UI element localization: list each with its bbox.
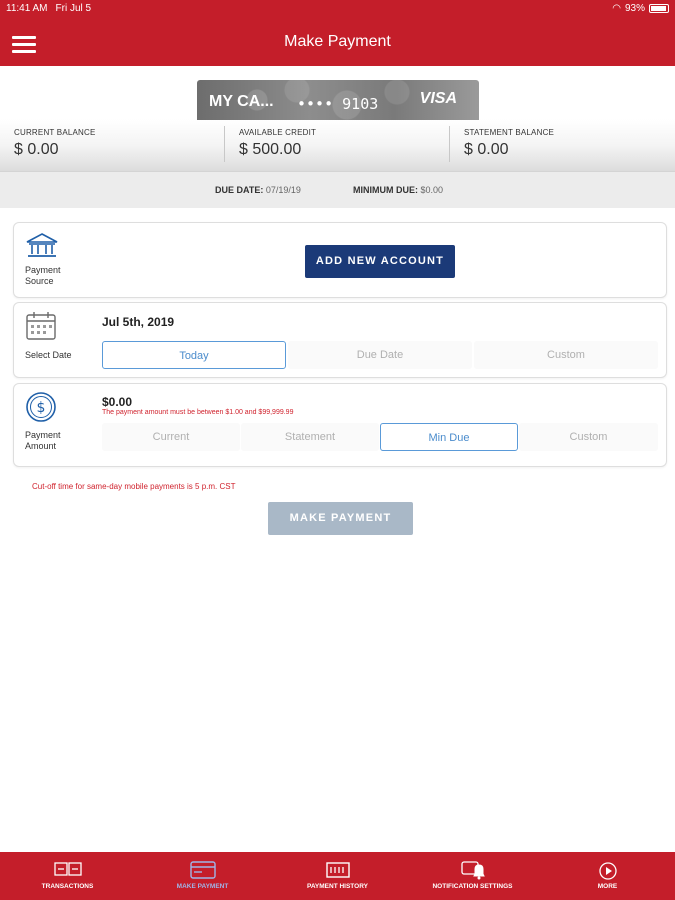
- amount-option-custom[interactable]: Custom: [519, 423, 658, 451]
- payment-source-label: Payment Source: [25, 265, 85, 287]
- date-option-due-date[interactable]: Due Date: [288, 341, 472, 369]
- statement-balance-label: STATEMENT BALANCE: [464, 128, 555, 137]
- minimum-due-label: MINIMUM DUE:: [353, 185, 418, 195]
- minimum-due: MINIMUM DUE: $0.00: [353, 185, 443, 195]
- amount-option-statement[interactable]: Statement: [241, 423, 379, 451]
- date-option-custom[interactable]: Custom: [474, 341, 658, 369]
- cutoff-note: Cut-off time for same-day mobile payment…: [32, 482, 236, 491]
- select-date-section: Select Date: [25, 311, 85, 361]
- date-option-today[interactable]: Today: [102, 341, 286, 369]
- due-date-value: 07/19/19: [265, 185, 301, 195]
- amount-option-min-due[interactable]: Min Due: [380, 423, 518, 451]
- svg-text:$: $: [37, 400, 46, 416]
- battery-icon: [649, 4, 669, 13]
- notification-settings-icon: [460, 861, 485, 880]
- minimum-due-value: $0.00: [420, 185, 444, 195]
- card-number: •••• 9103: [297, 95, 379, 113]
- add-new-account-button[interactable]: ADD NEW ACCOUNT: [305, 245, 455, 278]
- selected-date: Jul 5th, 2019: [102, 315, 175, 329]
- current-balance-value: $ 0.00: [14, 141, 59, 158]
- available-credit: AVAILABLE CREDIT $ 500.00: [239, 128, 316, 168]
- nav-notification-settings[interactable]: NOTIFICATION SETTINGS: [405, 852, 540, 900]
- battery-percent: 93%: [624, 3, 645, 14]
- due-info-row: DUE DATE: 07/19/19 MINIMUM DUE: $0.00: [0, 172, 675, 208]
- visa-logo: VISA: [419, 90, 457, 107]
- payment-source-label-line2: Source: [25, 276, 54, 286]
- statement-balance: STATEMENT BALANCE $ 0.00: [464, 128, 554, 168]
- credit-card-image[interactable]: MY CA... •••• 9103 VISA: [197, 80, 479, 120]
- available-credit-value: $ 500.00: [239, 141, 302, 158]
- available-credit-label: AVAILABLE CREDIT: [239, 128, 317, 137]
- select-date-label: Select Date: [25, 350, 72, 360]
- payment-amount-section: $ Payment Amount: [25, 391, 85, 452]
- page-title: Make Payment: [284, 33, 391, 50]
- nav-more-label: MORE: [597, 883, 618, 890]
- nav-more[interactable]: MORE: [540, 852, 675, 900]
- more-icon: [598, 862, 617, 880]
- bottom-nav: TRANSACTIONS MAKE PAYMENT PAYMENT HISTOR…: [0, 852, 675, 900]
- bank-icon: [26, 233, 58, 257]
- nav-notification-settings-label: NOTIFICATION SETTINGS: [432, 883, 513, 890]
- balances-row: CURRENT BALANCE $ 0.00 AVAILABLE CREDIT …: [0, 120, 675, 172]
- due-date: DUE DATE: 07/19/19: [215, 185, 301, 195]
- divider: [449, 126, 450, 162]
- payment-source-label-line1: Payment: [25, 265, 61, 275]
- nav-transactions[interactable]: TRANSACTIONS: [0, 852, 135, 900]
- nav-payment-history-label: PAYMENT HISTORY: [306, 883, 369, 890]
- wifi-icon: ◠: [612, 3, 621, 14]
- calendar-icon: [26, 312, 56, 340]
- card-name: MY CA...: [209, 93, 274, 110]
- status-date: Fri Jul 5: [55, 3, 92, 14]
- payment-amount-label: Payment Amount: [25, 430, 85, 452]
- make-payment-icon: [189, 861, 216, 879]
- dollar-icon: $: [26, 392, 56, 422]
- current-balance-label: CURRENT BALANCE: [14, 128, 96, 137]
- due-date-label: DUE DATE:: [215, 185, 264, 195]
- payment-amount-label-line2: Amount: [25, 441, 57, 451]
- payment-history-icon: [325, 862, 350, 878]
- status-time: 11:41 AM: [6, 3, 48, 14]
- nav-transactions-label: TRANSACTIONS: [41, 883, 94, 890]
- payment-amount-label-line1: Payment: [25, 430, 61, 440]
- statement-balance-value: $ 0.00: [464, 141, 509, 158]
- payment-amount-value[interactable]: $0.00: [102, 395, 132, 409]
- payment-amount-hint: The payment amount must be between $1.00…: [102, 409, 294, 416]
- nav-payment-history[interactable]: PAYMENT HISTORY: [270, 852, 405, 900]
- payment-source-section: Payment Source: [25, 232, 85, 287]
- current-balance: CURRENT BALANCE $ 0.00: [14, 128, 96, 168]
- transactions-icon: [53, 862, 82, 876]
- make-payment-button[interactable]: MAKE PAYMENT: [268, 502, 413, 535]
- status-bar: 11:41 AM Fri Jul 5 ◠ 93%: [0, 0, 675, 18]
- nav-make-payment[interactable]: MAKE PAYMENT: [135, 852, 270, 900]
- app-header: 11:41 AM Fri Jul 5 ◠ 93% Make Payment: [0, 0, 675, 66]
- divider: [224, 126, 225, 162]
- nav-make-payment-label: MAKE PAYMENT: [176, 883, 229, 890]
- amount-option-current[interactable]: Current: [102, 423, 240, 451]
